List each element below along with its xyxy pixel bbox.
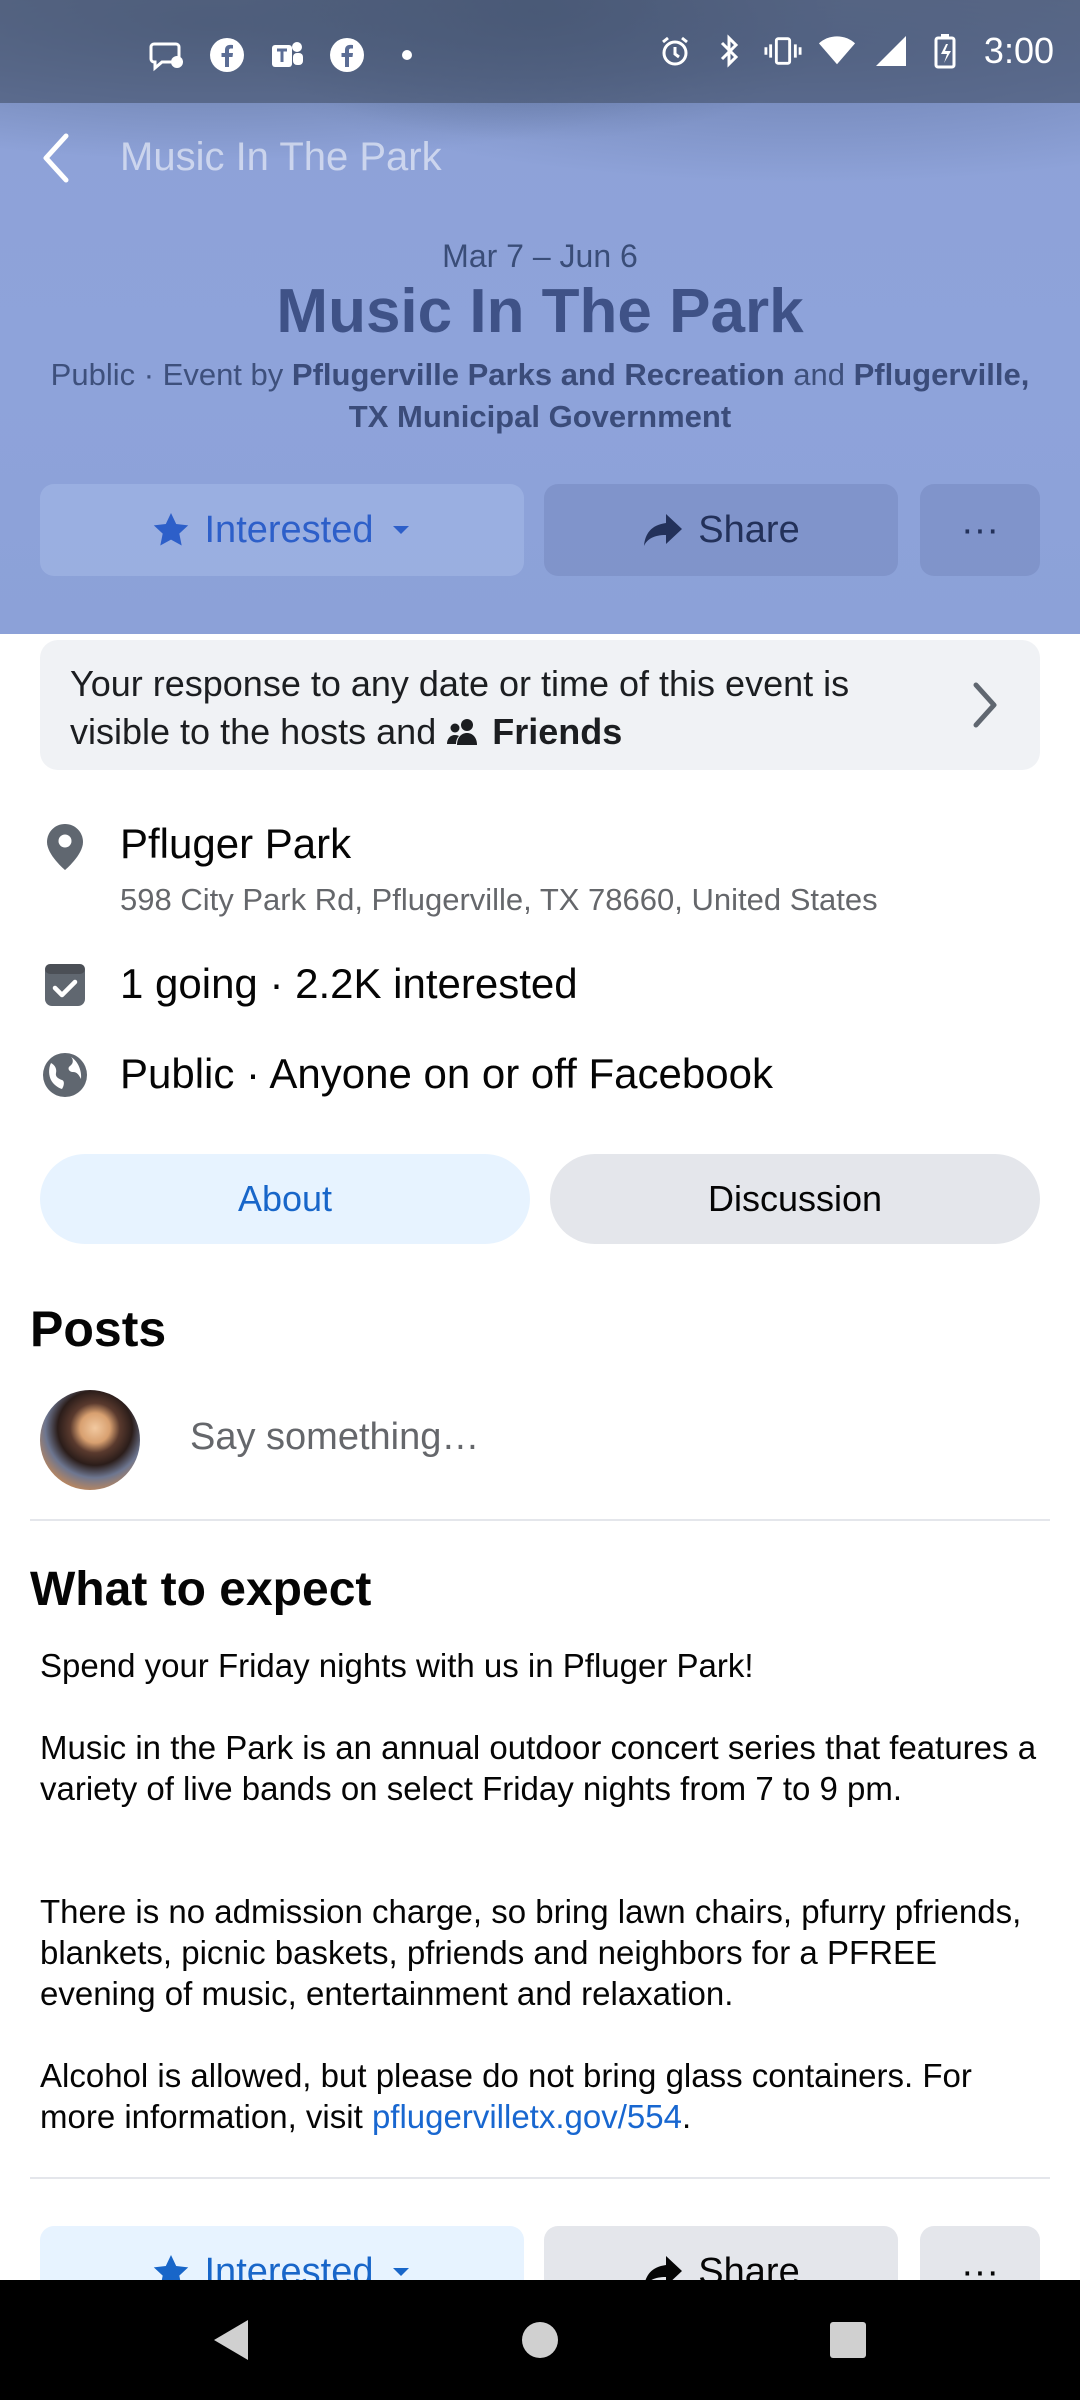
avatar[interactable] [40,1390,140,1490]
description-paragraph-1: Spend your Friday nights with us in Pflu… [40,1647,754,1684]
share-arrow-icon [644,514,683,546]
interested-button[interactable]: Interested [40,484,524,576]
event-header: 3:00 Music In The Park Mar 7 – Jun 6 Mus… [0,0,1080,634]
triangle-back-icon [214,2320,248,2360]
posts-heading: Posts [30,1301,167,1357]
status-bar: 3:00 [0,0,1080,103]
nav-recents-button[interactable] [818,2310,878,2370]
bluetooth-icon [710,32,748,70]
privacy-text: Public · Anyone on or off Facebook [120,1050,773,1097]
chevron-right-icon [960,678,1010,732]
share-label: Share [698,508,800,551]
hosts-join: and [784,357,854,392]
interested-label: Interested [204,508,374,551]
response-visibility-card[interactable]: Your response to any date or time of thi… [40,640,1040,770]
back-button[interactable] [30,130,86,186]
attendance-row[interactable]: 1 going · 2.2K interested [40,958,1040,1018]
chevron-down-icon [392,526,409,534]
divider [30,1519,1050,1521]
notification-icons [148,36,426,74]
location-row[interactable]: Pfluger Park 598 City Park Rd, Pflugervi… [40,820,1040,920]
event-hosts: Public · Event by Pflugerville Parks and… [40,354,1040,438]
share-button[interactable]: Share [544,484,898,576]
facebook-icon [208,36,246,74]
tab-discussion[interactable]: Discussion [550,1154,1040,1244]
host-link-parks[interactable]: Pflugerville Parks and Recreation [292,357,785,392]
divider [30,2177,1050,2179]
nav-home-button[interactable] [510,2310,570,2370]
event-dates: Mar 7 – Jun 6 [442,238,638,274]
circle-home-icon [522,2322,558,2358]
location-address: 598 City Park Rd, Pflugerville, TX 78660… [120,882,878,917]
location-pin-icon [40,822,90,872]
system-icons: 3:00 [656,30,1054,72]
more-icon: ··· [961,508,999,551]
post-composer[interactable]: Say something… [40,1390,1040,1490]
description-end: . [681,2098,692,2135]
location-name: Pfluger Park [120,820,352,867]
system-navigation-bar [0,2280,1080,2400]
square-recents-icon [830,2322,866,2358]
friends-icon [447,719,478,745]
star-icon [153,513,188,546]
wifi-icon [818,32,856,70]
composer-placeholder[interactable]: Say something… [190,1416,479,1459]
hosts-prefix: Public · Event by [50,357,292,392]
privacy-row: Public · Anyone on or off Facebook [40,1048,1040,1108]
event-title: Music In The Park [276,277,804,346]
top-app-bar: Music In The Park [0,110,1080,210]
event-action-row: Interested Share ··· [40,484,1040,576]
description-paragraph-3: There is no admission charge, so bring l… [40,1893,1022,2012]
teams-icon [268,36,306,74]
visibility-audience: Friends [492,711,623,752]
vibrate-icon [764,32,802,70]
more-options-button[interactable]: ··· [920,484,1040,576]
back-arrow-icon [43,133,69,183]
website-link[interactable]: pflugervilletx.gov/554 [372,2098,682,2135]
clock: 3:00 [983,30,1054,71]
calendar-check-icon [40,960,90,1010]
globe-icon [40,1050,90,1100]
description-paragraph-4: Alcohol is allowed, but please do not br… [40,2055,1050,2137]
attendance-count: 1 going · 2.2K interested [120,960,578,1007]
what-to-expect-heading: What to expect [30,1563,372,1616]
response-visibility-text: Your response to any date or time of thi… [70,660,930,756]
messenger-notification-icon [148,36,186,74]
tab-about[interactable]: About [40,1154,530,1244]
description-paragraph-2: Music in the Park is an annual outdoor c… [40,1729,1037,1807]
alarm-icon [656,32,694,70]
top-bar-title: Music In The Park [120,135,442,179]
facebook-icon [328,36,366,74]
dot-icon [388,36,426,74]
signal-icon [872,32,910,70]
battery-icon [926,32,964,70]
nav-back-button[interactable] [200,2310,260,2370]
